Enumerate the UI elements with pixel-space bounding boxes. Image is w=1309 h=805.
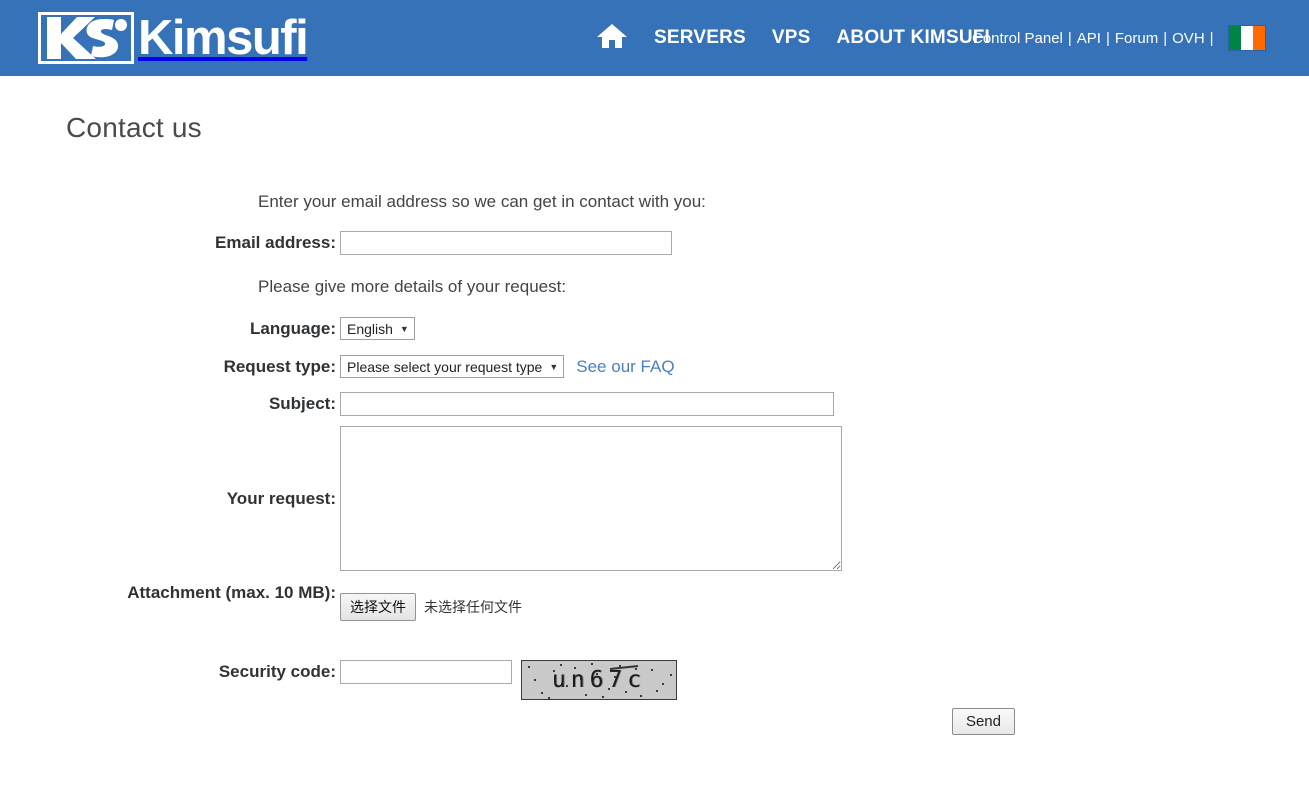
form-row-security-code: Security code: un67c bbox=[0, 660, 677, 700]
nav-item-vps[interactable]: VPS bbox=[772, 27, 811, 49]
util-item-forum[interactable]: Forum bbox=[1115, 30, 1158, 47]
form-row-attachment: Attachment (max. 10 MB): 选择文件 未选择任何文件 bbox=[0, 583, 522, 621]
utility-nav: Control Panel | API | Forum | OVH | bbox=[972, 0, 1266, 76]
util-separator: | bbox=[1163, 29, 1168, 47]
form-row-submit: Send bbox=[0, 708, 1015, 735]
util-separator: | bbox=[1105, 29, 1110, 47]
site-header: Kimsufi SERVERS VPS ABOUT KIMSUFI Contro… bbox=[0, 0, 1309, 76]
page-title: Contact us bbox=[66, 112, 202, 143]
form-row-language: Language: English ▼ bbox=[0, 317, 415, 340]
ks-logo-icon bbox=[38, 12, 134, 64]
send-button[interactable]: Send bbox=[951, 708, 1015, 735]
email-label: Email address: bbox=[215, 233, 336, 252]
chevron-down-icon: ▼ bbox=[549, 361, 559, 372]
form-row-request-type: Request type: Please select your request… bbox=[0, 355, 675, 378]
subject-input[interactable] bbox=[340, 392, 834, 416]
security-code-input[interactable] bbox=[340, 660, 512, 684]
your-request-textarea[interactable] bbox=[340, 426, 842, 571]
your-request-label: Your request: bbox=[226, 489, 336, 508]
subject-label: Subject: bbox=[268, 394, 336, 413]
nav-item-about-kimsufi[interactable]: ABOUT KIMSUFI bbox=[837, 27, 991, 49]
flag-band-white bbox=[1240, 26, 1253, 50]
util-separator: | bbox=[1067, 29, 1072, 47]
form-row-your-request: Your request: bbox=[0, 426, 842, 571]
home-icon bbox=[596, 22, 628, 55]
main-nav: SERVERS VPS ABOUT KIMSUFI bbox=[596, 0, 990, 76]
request-type-selected-value: Please select your request type bbox=[347, 358, 543, 375]
faq-link[interactable]: See our FAQ bbox=[576, 355, 674, 378]
file-upload-control: 选择文件 未选择任何文件 bbox=[340, 593, 522, 621]
request-type-label: Request type: bbox=[223, 357, 336, 376]
intro-text-details: Please give more details of your request… bbox=[258, 277, 567, 296]
captcha-image: un67c bbox=[521, 660, 677, 700]
intro-text-email: Enter your email address so we can get i… bbox=[258, 192, 706, 211]
flag-band-green bbox=[1228, 26, 1241, 50]
brand-logo-link[interactable]: Kimsufi bbox=[38, 10, 309, 65]
submit-cell: Send bbox=[0, 708, 1015, 735]
util-item-ovh[interactable]: OVH bbox=[1172, 30, 1205, 47]
util-separator: | bbox=[1209, 29, 1214, 47]
captcha-text: un67c bbox=[551, 667, 647, 693]
language-selected-value: English bbox=[347, 320, 393, 337]
language-label: Language: bbox=[250, 319, 336, 338]
email-input[interactable] bbox=[340, 231, 672, 255]
language-select[interactable]: English ▼ bbox=[340, 317, 415, 340]
form-row-subject: Subject: bbox=[0, 392, 834, 416]
brand-name: Kimsufi bbox=[138, 10, 309, 65]
request-type-select[interactable]: Please select your request type ▼ bbox=[340, 355, 565, 378]
security-code-label: Security code: bbox=[218, 662, 336, 681]
util-item-control-panel[interactable]: Control Panel bbox=[972, 30, 1063, 47]
attachment-label: Attachment (max. 10 MB): bbox=[127, 583, 336, 602]
flag-band-orange bbox=[1252, 26, 1265, 50]
ireland-flag-icon[interactable] bbox=[1227, 25, 1266, 51]
nav-item-servers[interactable]: SERVERS bbox=[654, 27, 746, 49]
choose-file-button[interactable]: 选择文件 bbox=[340, 593, 416, 621]
form-row-email: Email address: bbox=[0, 231, 672, 255]
file-status-text: 未选择任何文件 bbox=[424, 599, 522, 615]
home-link[interactable] bbox=[596, 22, 628, 55]
chevron-down-icon: ▼ bbox=[399, 323, 409, 334]
util-item-api[interactable]: API bbox=[1077, 30, 1101, 47]
